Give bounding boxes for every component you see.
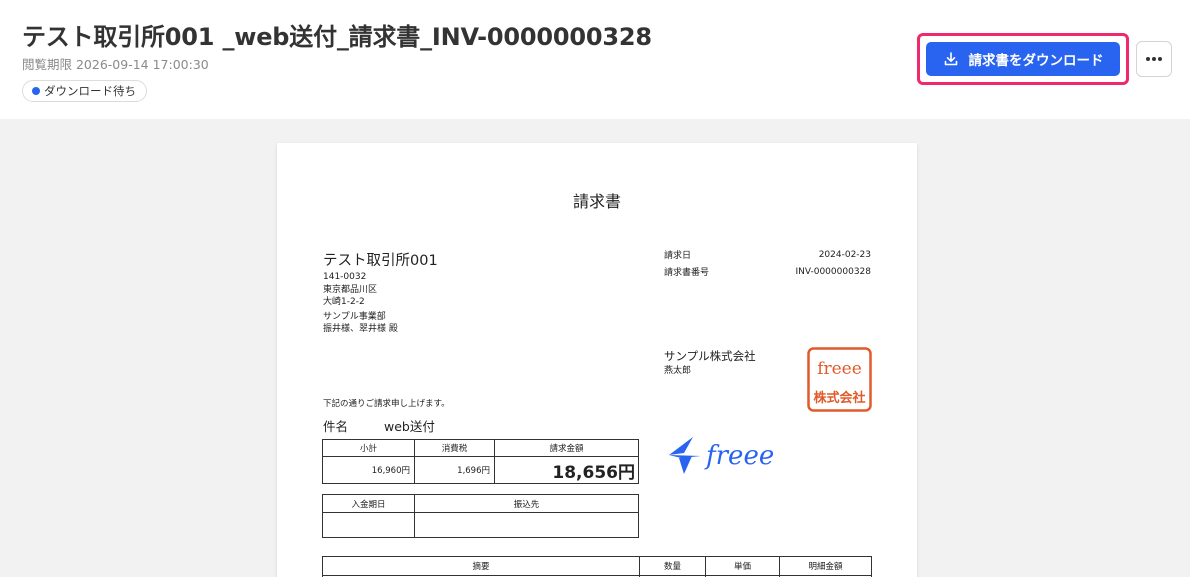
- download-icon: [944, 52, 957, 66]
- status-label: ダウンロード待ち: [44, 84, 136, 98]
- client-contacts: 振井様、翠井様 殿: [323, 324, 398, 334]
- page-title: テスト取引所001 _web送付_請求書_INV-0000000328: [22, 23, 652, 51]
- client-name: テスト取引所001: [323, 253, 438, 269]
- seal-text-top: freee: [817, 359, 862, 379]
- unit-price-header: 単価: [705, 556, 780, 576]
- download-invoice-button[interactable]: 請求書をダウンロード: [926, 42, 1120, 76]
- invoice-number-value: INV-0000000328: [795, 267, 871, 277]
- seller-name: サンプル株式会社: [664, 349, 756, 363]
- invoice-doc-title: 請求書: [572, 192, 621, 211]
- status-dot-icon: [32, 87, 40, 95]
- subtotal-header: 小計: [322, 439, 415, 457]
- total-value: 18,656円: [494, 456, 639, 484]
- viewing-deadline: 閲覧期限 2026-09-14 17:00:30: [22, 57, 209, 72]
- invoice-preview: 請求書 テスト取引所001 141-0032 東京都品川区 大崎1-2-2 サン…: [277, 143, 917, 577]
- invoice-date-label: 請求日: [664, 251, 692, 261]
- client-address-line1: 東京都品川区: [323, 284, 378, 295]
- subject-value: web送付: [384, 419, 435, 434]
- client-address: 141-0032 東京都品川区 大崎1-2-2 サンプル事業部 振井様、翠井様 …: [323, 271, 398, 336]
- company-seal: freee 株式会社: [807, 347, 872, 412]
- amount-header: 明細金額: [779, 556, 872, 576]
- client-department: サンプル事業部: [323, 311, 386, 322]
- total-header: 請求金額: [494, 439, 639, 457]
- logo-text: freee: [704, 441, 774, 471]
- status-badge: ダウンロード待ち: [22, 80, 147, 102]
- seller-person: 燕太郎: [664, 366, 692, 376]
- bank-account-value: [414, 512, 639, 538]
- logo-bird-wing-top: [669, 437, 693, 455]
- invoice-note: 下記の通りご請求申し上げます。: [323, 399, 450, 409]
- logo-bird-wing-bottom: [679, 456, 692, 474]
- bank-account-header: 振込先: [414, 494, 639, 513]
- amount-summary-table: 小計 消費税 請求金額 16,960円 1,696円 18,656円: [322, 439, 639, 484]
- description-header: 摘要: [322, 556, 640, 576]
- line-items-table: 摘要 数量 単価 明細金額: [322, 556, 872, 577]
- due-date-header: 入金期日: [322, 494, 415, 513]
- invoice-number-label: 請求書番号: [664, 268, 710, 278]
- client-postal: 141-0032: [323, 272, 367, 282]
- tax-header: 消費税: [414, 439, 495, 457]
- download-button-label: 請求書をダウンロード: [968, 53, 1104, 69]
- seal-text-bottom: 株式会社: [813, 390, 865, 406]
- payment-info-table: 入金期日 振込先: [322, 494, 639, 538]
- page-header: テスト取引所001 _web送付_請求書_INV-0000000328 閲覧期限…: [0, 0, 1190, 119]
- quantity-header: 数量: [639, 556, 706, 576]
- tax-value: 1,696円: [414, 456, 495, 484]
- more-options-button[interactable]: [1136, 41, 1172, 77]
- client-address-line2: 大崎1-2-2: [323, 297, 365, 307]
- freee-logo: freee: [669, 437, 774, 474]
- subtotal-value: 16,960円: [322, 456, 415, 484]
- more-horizontal-icon: [1146, 57, 1162, 61]
- subject-label: 件名: [323, 419, 349, 434]
- invoice-date-value: 2024-02-23: [818, 250, 871, 260]
- due-date-value: [322, 512, 415, 538]
